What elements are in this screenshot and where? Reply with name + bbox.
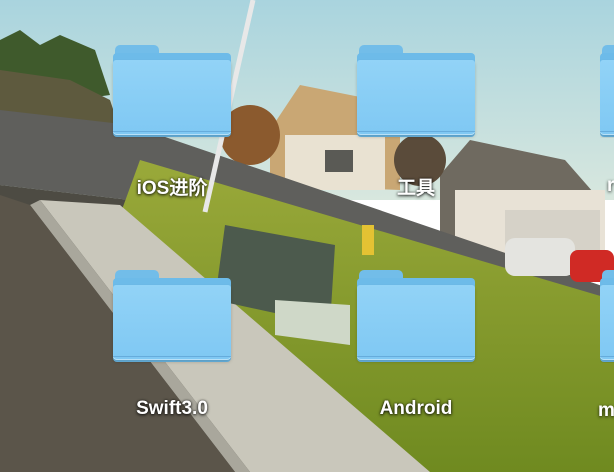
folder-icon bbox=[113, 45, 231, 137]
folder-partial-bottom[interactable] bbox=[600, 270, 614, 363]
folder-label: iOS进阶 bbox=[136, 178, 208, 199]
folder-icon bbox=[600, 270, 614, 362]
desktop-wallpaper bbox=[0, 0, 614, 472]
folder-label-partial: r bbox=[607, 175, 614, 196]
folder-label-partial: m bbox=[598, 400, 614, 421]
folder-label: Swift3.0 bbox=[136, 398, 208, 419]
folder-icon bbox=[113, 270, 231, 362]
folder-icon bbox=[600, 45, 614, 137]
folder-tools[interactable]: 工具 bbox=[341, 45, 491, 200]
folder-swift[interactable]: Swift3.0 bbox=[97, 270, 247, 420]
folder-icon bbox=[357, 45, 475, 137]
folder-partial-top[interactable] bbox=[600, 45, 614, 138]
folder-android[interactable]: Android bbox=[341, 270, 491, 420]
folder-ios-advanced[interactable]: iOS进阶 bbox=[97, 45, 247, 200]
folder-label: Android bbox=[379, 398, 453, 419]
folder-label: 工具 bbox=[396, 178, 435, 199]
folder-icon bbox=[357, 270, 475, 362]
